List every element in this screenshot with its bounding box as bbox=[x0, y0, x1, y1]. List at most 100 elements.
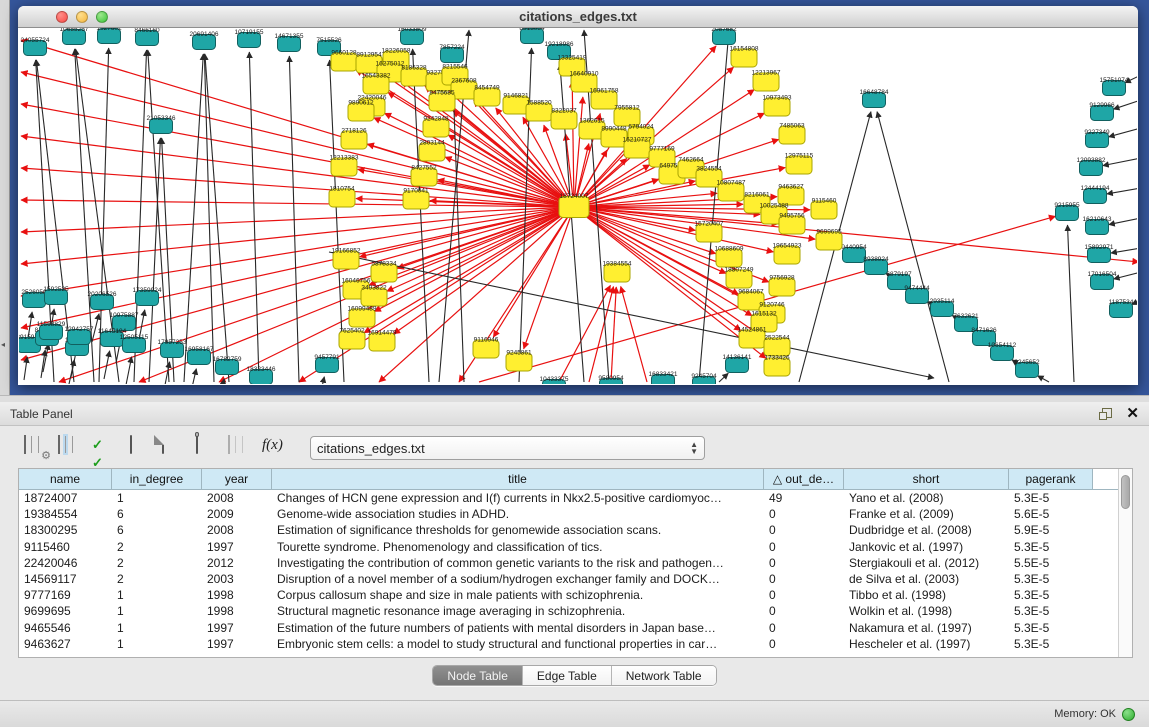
table-cell[interactable]: 5.3E-5 bbox=[1009, 620, 1092, 636]
graph-node[interactable]: 1733426 bbox=[764, 355, 790, 377]
graph-node[interactable]: 11568829 bbox=[37, 321, 66, 340]
table-cell[interactable]: 0 bbox=[764, 555, 844, 571]
graph-node[interactable]: 9245652 bbox=[1014, 359, 1040, 378]
graph-node[interactable]: 17957253 bbox=[158, 339, 187, 358]
graph-node[interactable]: 9756928 bbox=[769, 275, 795, 297]
table-row[interactable]: 1456911722003Disruption of a novel membe… bbox=[19, 571, 1132, 587]
table-row[interactable]: 969969511998Structural magnetic resonanc… bbox=[19, 603, 1132, 619]
select-columns-icon[interactable]: ✓✓ bbox=[92, 436, 116, 460]
import-table-icon[interactable] bbox=[228, 436, 252, 460]
table-cell[interactable]: 5.3E-5 bbox=[1009, 539, 1092, 555]
scrollbar-thumb[interactable] bbox=[1121, 475, 1130, 509]
graph-edge[interactable] bbox=[205, 54, 229, 382]
close-button[interactable] bbox=[56, 11, 68, 23]
graph-node[interactable]: 16958167 bbox=[185, 346, 214, 365]
graph-edge[interactable] bbox=[1107, 188, 1137, 194]
graph-node[interactable]: 7857224 bbox=[439, 44, 465, 63]
table-cell[interactable]: 5.5E-5 bbox=[1009, 555, 1092, 571]
graph-node[interactable]: 9474444 bbox=[904, 285, 930, 304]
graph-node[interactable]: 9699695 bbox=[816, 229, 842, 251]
table-cell[interactable]: 6 bbox=[112, 506, 202, 522]
show-columns-icon[interactable] bbox=[58, 436, 82, 460]
graph-node[interactable]: 16210643 bbox=[1083, 216, 1112, 235]
graph-node[interactable]: 21053346 bbox=[147, 115, 176, 134]
graph-edge[interactable] bbox=[1109, 218, 1137, 225]
graph-node[interactable]: 10688609 bbox=[715, 246, 744, 268]
graph-node[interactable]: 2935114 bbox=[930, 298, 955, 317]
table-cell[interactable]: 0 bbox=[764, 603, 844, 619]
graph-edge[interactable] bbox=[126, 357, 132, 384]
memory-status-icon[interactable] bbox=[1122, 708, 1135, 721]
table-cell[interactable]: 1997 bbox=[202, 539, 272, 555]
table-row[interactable]: 1938455462009Genome-wide association stu… bbox=[19, 506, 1132, 522]
graph-node[interactable]: 19166852 bbox=[332, 248, 361, 270]
table-cell[interactable]: 0 bbox=[764, 539, 844, 555]
graph-node[interactable]: 9890612 bbox=[348, 100, 374, 122]
table-cell[interactable]: 2008 bbox=[202, 522, 272, 538]
graph-node[interactable]: 8475685 bbox=[429, 90, 455, 112]
column-header-short[interactable]: short bbox=[844, 469, 1009, 489]
table-row[interactable]: 946362711997Embryonic stem cells: a mode… bbox=[19, 636, 1132, 652]
graph-node[interactable]: 10807487 bbox=[717, 180, 746, 202]
column-header-title[interactable]: title bbox=[272, 469, 764, 489]
table-cell[interactable]: Yano et al. (2008) bbox=[844, 490, 1009, 506]
graph-node[interactable]: 8813054 bbox=[519, 28, 545, 44]
graph-edge[interactable] bbox=[369, 207, 574, 285]
table-cell[interactable]: 0 bbox=[764, 587, 844, 603]
graph-edge[interactable] bbox=[574, 181, 695, 207]
graph-node[interactable]: 16782759 bbox=[213, 356, 242, 375]
graph-node[interactable]: 10719155 bbox=[235, 29, 264, 48]
graph-node[interactable]: 9457791 bbox=[314, 354, 340, 373]
side-panel-edge[interactable]: ◂ bbox=[0, 0, 10, 395]
delete-table-icon[interactable] bbox=[194, 436, 218, 460]
table-cell[interactable]: 1 bbox=[112, 603, 202, 619]
table-cell[interactable]: 2003 bbox=[202, 571, 272, 587]
table-cell[interactable]: Tourette syndrome. Phenomenology and cla… bbox=[272, 539, 764, 555]
table-cell[interactable]: Investigating the contribution of common… bbox=[272, 555, 764, 571]
graph-node[interactable]: 9242848 bbox=[423, 116, 449, 138]
table-cell[interactable]: 9465546 bbox=[19, 620, 112, 636]
graph-node[interactable]: 1187534 bbox=[1109, 299, 1134, 318]
table-cell[interactable]: 19384554 bbox=[19, 506, 112, 522]
table-cell[interactable]: Estimation of the future numbers of pati… bbox=[272, 620, 764, 636]
table-row[interactable]: 2242004622012Investigating the contribut… bbox=[19, 555, 1132, 571]
graph-node[interactable]: 7485063 bbox=[779, 123, 805, 145]
table-cell[interactable]: Nakamura et al. (1997) bbox=[844, 620, 1009, 636]
graph-edge[interactable] bbox=[1111, 248, 1137, 253]
graph-edge[interactable] bbox=[719, 373, 728, 382]
graph-node[interactable]: 18323446 bbox=[247, 366, 276, 384]
graph-node[interactable]: 9146821 bbox=[503, 93, 529, 115]
graph-node[interactable]: 19654923 bbox=[773, 243, 802, 265]
table-cell[interactable]: Jankovic et al. (1997) bbox=[844, 539, 1009, 555]
table-cell[interactable]: 2 bbox=[112, 571, 202, 587]
close-panel-icon[interactable]: ✕ bbox=[1126, 406, 1139, 421]
graph-edge[interactable] bbox=[611, 287, 616, 382]
graph-node[interactable]: 16210727 bbox=[623, 137, 652, 159]
graph-node[interactable]: 8427552 bbox=[411, 165, 437, 187]
table-cell[interactable]: Dudbridge et al. (2008) bbox=[844, 522, 1009, 538]
graph-node[interactable]: 1527602 bbox=[96, 28, 122, 44]
table-cell[interactable]: 9699695 bbox=[19, 603, 112, 619]
table-cell[interactable]: 2 bbox=[112, 555, 202, 571]
function-builder-icon[interactable]: f(x) bbox=[262, 436, 286, 460]
table-cell[interactable]: 0 bbox=[764, 571, 844, 587]
table-cell[interactable]: 5.3E-5 bbox=[1009, 587, 1092, 603]
graph-node[interactable]: 24055724 bbox=[21, 37, 50, 56]
graph-node[interactable]: 8466160 bbox=[134, 28, 160, 46]
table-cell[interactable]: 2008 bbox=[202, 490, 272, 506]
graph-node[interactable]: 19384554 bbox=[603, 261, 632, 283]
table-cell[interactable]: Disruption of a novel member of a sodium… bbox=[272, 571, 764, 587]
graph-node[interactable]: 9245861 bbox=[506, 350, 532, 372]
table-cell[interactable]: 9777169 bbox=[19, 587, 112, 603]
graph-edge[interactable] bbox=[877, 112, 949, 382]
graph-edge[interactable] bbox=[21, 40, 574, 207]
table-cell[interactable]: 2009 bbox=[202, 506, 272, 522]
table-cell[interactable]: 0 bbox=[764, 522, 844, 538]
graph-node[interactable]: 7625402 bbox=[339, 328, 365, 350]
network-canvas[interactable]: 1872400724055724106552571527602846616020… bbox=[19, 28, 1137, 384]
graph-node[interactable]: 16648784 bbox=[860, 89, 889, 108]
graph-edge[interactable] bbox=[204, 54, 214, 382]
table-cell[interactable]: 14569117 bbox=[19, 571, 112, 587]
zoom-button[interactable] bbox=[96, 11, 108, 23]
table-cell[interactable]: 0 bbox=[764, 506, 844, 522]
